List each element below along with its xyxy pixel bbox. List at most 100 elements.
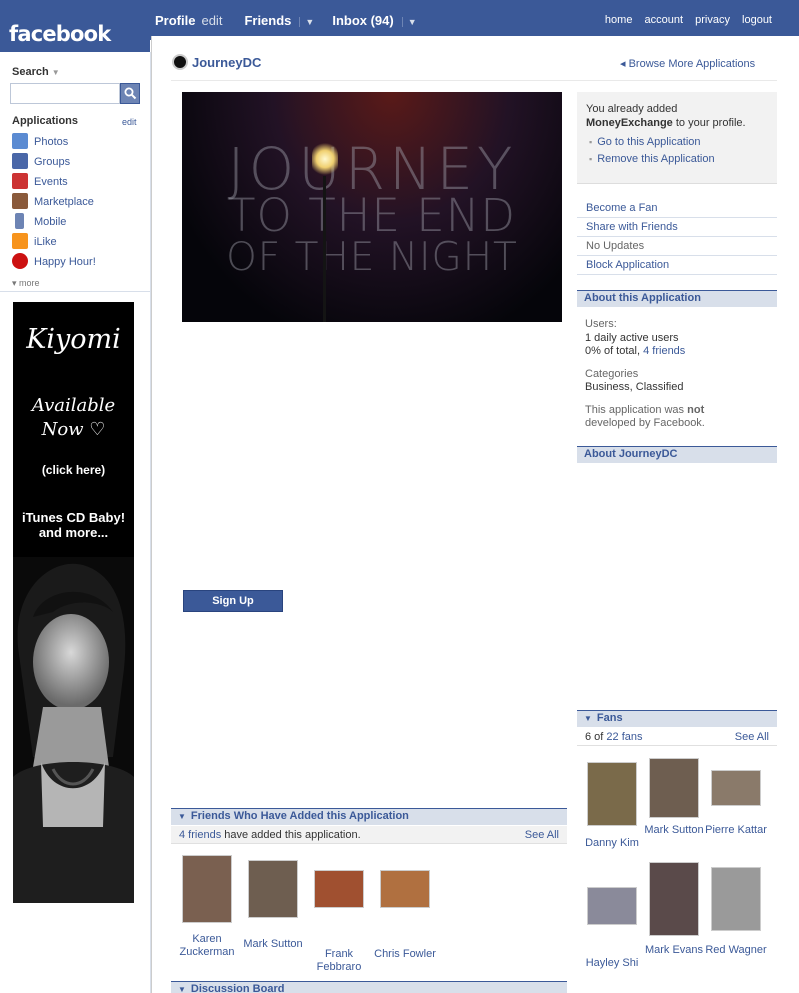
sidebar-app-item[interactable]: Events [12,173,142,193]
facebook-logo[interactable]: facebook [0,0,150,52]
sign-up-button[interactable]: Sign Up [183,590,283,612]
friend-name-link[interactable]: Mark Sutton [243,938,302,950]
inbox-dropdown-icon[interactable]: ▼ [401,17,417,27]
no-updates-text: No Updates [586,240,645,252]
groups-icon [12,153,28,170]
sidebar-app-item[interactable]: Happy Hour! [12,253,142,273]
fan-photo[interactable] [649,862,699,936]
about-application-body: Users: 1 daily active users 0% of total,… [585,318,705,429]
sidebar-app-item[interactable]: Groups [12,153,142,173]
sidebar-app-label[interactable]: Marketplace [34,196,94,208]
friend-photo[interactable] [182,855,232,923]
sidebar-app-label[interactable]: Mobile [34,216,66,228]
fans-count-link[interactable]: 22 fans [606,731,642,743]
fan-name-link[interactable]: Mark Sutton [642,824,706,837]
block-application-link[interactable]: Block Application [586,259,669,271]
account-nav: home account privacy logout [596,14,772,26]
friends-added-header[interactable]: ▼ Friends Who Have Added this Application [171,808,567,825]
search-caret-icon[interactable]: ▼ [52,68,60,77]
fans-count-row: 6 of 22 fans See All [577,728,777,746]
sidebar-app-label[interactable]: iLike [34,236,57,248]
mobile-icon [15,213,24,230]
fans-header[interactable]: ▼ Fans [577,710,777,727]
nav-account[interactable]: account [645,14,684,26]
collapse-triangle-icon[interactable]: ▼ [178,985,186,993]
fan-photo[interactable] [711,867,761,931]
fan-name-link[interactable]: Pierre Kattar [704,824,768,837]
browse-more-applications-link[interactable]: ◂ Browse More Applications [620,57,755,70]
friend-name-link[interactable]: Chris Fowler [374,948,436,960]
app-actions-list: Become a Fan Share with Friends No Updat… [577,199,777,275]
search-button[interactable] [120,83,140,104]
fan-name-link[interactable]: Hayley Shi [580,957,644,970]
streetlamp-icon [312,142,338,176]
app-logo-icon [172,54,188,71]
friend-photo[interactable] [248,860,298,918]
more-link[interactable]: ▾ more [12,278,40,289]
friend-photo[interactable] [380,870,430,908]
fan-name-link[interactable]: Red Wagner [704,944,768,957]
about-journeydc-header: About JourneyDC [577,446,777,463]
sidebar-app-item[interactable]: Mobile [12,213,142,233]
sidebar-app-item[interactable]: Marketplace [12,193,142,213]
applications-edit-link[interactable]: edit [122,117,137,127]
friend-name-link[interactable]: Frank Febbraro [317,948,362,973]
ad-itunes-text: iTunes CD Baby! and more... [21,510,126,540]
lamp-pole [323,176,326,322]
fan-photo[interactable] [587,762,637,826]
friends-see-all-link[interactable]: See All [525,826,559,844]
friends-dropdown-icon[interactable]: ▼ [299,17,315,27]
events-icon [12,173,28,190]
header-divider [171,80,777,81]
friend-thumb[interactable]: Frank Febbraro [305,870,373,974]
friend-thumb[interactable]: Chris Fowler [371,870,439,961]
sidebar-app-label[interactable]: Photos [34,136,68,148]
collapse-triangle-icon[interactable]: ▼ [178,812,186,821]
friends-added-count-row: 4 friends have added this application. S… [171,826,567,844]
sidebar-app-item[interactable]: Photos [12,133,142,153]
friend-photo[interactable] [314,870,364,908]
nav-home[interactable]: home [605,14,633,26]
users-friends-link[interactable]: 4 friends [643,345,685,357]
fan-name-link[interactable]: Danny Kim [580,837,644,850]
nav-logout[interactable]: logout [742,14,772,26]
about-application-header: About this Application [577,290,777,307]
nav-inbox[interactable]: Inbox (94) [332,13,393,28]
sidebar-app-label[interactable]: Events [34,176,68,188]
collapse-triangle-icon[interactable]: ▼ [584,714,592,723]
fans-see-all-link[interactable]: See All [735,728,769,746]
nav-privacy[interactable]: privacy [695,14,730,26]
ilike-icon [12,233,28,250]
sidebar-ad[interactable]: Kiyomi Available Now ♡ (click here) iTun… [13,302,134,903]
fan-photo[interactable] [649,758,699,818]
already-added-box: You already added MoneyExchange to your … [577,92,777,184]
sidebar-app-label[interactable]: Groups [34,156,70,168]
sidebar-app-label[interactable]: Happy Hour! [34,256,96,268]
search-label[interactable]: Search ▼ [12,66,60,78]
categories-value: Business, Classified [585,381,684,393]
sidebar-app-item[interactable]: iLike [12,233,142,253]
search-input[interactable] [10,83,120,104]
main-nav: Profile edit Friends ▼ Inbox (94) ▼ [155,13,435,31]
nav-friends[interactable]: Friends [244,13,291,28]
application-list: Photos Groups Events Marketplace Mobile iLike… [12,133,142,273]
become-fan-link[interactable]: Become a Fan [586,202,658,214]
remove-application-link[interactable]: Remove this Application [597,153,714,165]
go-to-application-link[interactable]: Go to this Application [597,136,700,148]
app-title[interactable]: JourneyDC [172,54,261,75]
friend-thumb[interactable]: Karen Zuckerman [173,855,241,959]
marketplace-icon [12,193,28,210]
fan-photo[interactable] [711,770,761,806]
friend-name-link[interactable]: Karen Zuckerman [179,933,234,958]
sidebar-divider [0,291,150,292]
friends-count-link[interactable]: 4 friends [179,829,221,841]
share-with-friends-link[interactable]: Share with Friends [586,221,678,233]
fan-photo[interactable] [587,887,637,925]
friend-thumb[interactable]: Mark Sutton [239,860,307,951]
fan-name-link[interactable]: Mark Evans [642,944,706,957]
discussion-board-header[interactable]: ▼ Discussion Board [171,981,567,993]
ad-click-here[interactable]: (click here) [13,463,134,477]
nav-profile[interactable]: Profile [155,13,195,28]
nav-edit[interactable]: edit [201,13,222,28]
friends-count-text: have added this application. [224,829,361,841]
